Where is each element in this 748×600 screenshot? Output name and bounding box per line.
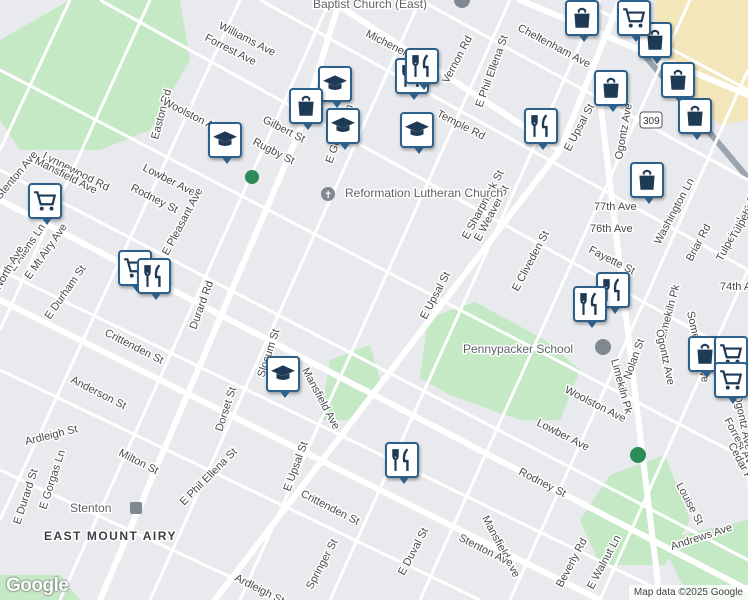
restaurant-marker[interactable]	[573, 286, 607, 328]
street-label: 76th Ave	[590, 223, 633, 235]
stenton-station-label: Stenton	[70, 501, 111, 515]
school-marker[interactable]	[326, 108, 360, 150]
graduation-cap-icon	[213, 131, 237, 146]
school-marker[interactable]	[266, 356, 300, 398]
cross-glyph: ✝	[324, 190, 332, 201]
restaurant-marker[interactable]	[524, 108, 558, 150]
baptist-church-label: Baptist Church (East)	[313, 0, 427, 11]
map-canvas[interactable]: Williams Ave Forrest Ave Michener Ave Ve…	[0, 0, 748, 600]
shopping-cart-icon	[720, 370, 743, 390]
street-label: 77th Ave	[594, 201, 637, 213]
restaurant-marker[interactable]	[137, 258, 171, 300]
street-label: 74th Ave	[720, 281, 748, 293]
fork-knife-icon	[392, 448, 409, 471]
train-icon	[130, 502, 142, 514]
shopping-marker[interactable]	[594, 70, 628, 112]
graduation-cap-icon	[405, 121, 429, 136]
reformation-church-label: Reformation Lutheran Church	[345, 186, 503, 200]
shopping-bag-icon	[670, 69, 686, 90]
school-marker[interactable]	[400, 112, 434, 154]
shopping-marker[interactable]	[565, 0, 599, 42]
highway-shield-label: 309	[643, 116, 660, 127]
medical-icon	[245, 170, 259, 184]
graduation-cap-icon	[323, 75, 347, 90]
grocery-marker[interactable]	[617, 0, 651, 42]
school-icon	[595, 339, 611, 355]
shopping-marker[interactable]	[661, 62, 695, 104]
fork-knife-icon	[580, 292, 597, 315]
shopping-cart-icon	[623, 8, 646, 28]
shopping-bag-icon	[603, 77, 619, 98]
restaurant-marker[interactable]	[385, 442, 419, 484]
school-marker[interactable]	[208, 122, 242, 164]
shopping-bag-icon	[639, 169, 655, 190]
shopping-marker[interactable]	[630, 162, 664, 204]
restaurant-marker[interactable]	[405, 48, 439, 90]
shopping-bag-icon	[687, 105, 703, 126]
fork-knife-icon	[531, 114, 548, 137]
school-marker[interactable]	[318, 66, 352, 108]
shopping-cart-icon	[34, 191, 57, 211]
grocery-marker[interactable]	[714, 362, 748, 404]
google-logo: Google	[6, 575, 69, 596]
map-attribution[interactable]: Map data ©2025 Google	[628, 585, 748, 600]
graduation-cap-icon	[271, 365, 295, 380]
grocery-marker[interactable]	[28, 183, 62, 225]
fork-knife-icon	[412, 54, 429, 77]
shopping-bag-icon	[574, 7, 590, 28]
shopping-marker[interactable]	[289, 88, 323, 130]
fork-knife-icon	[144, 264, 161, 287]
shopping-bag-icon	[298, 95, 314, 116]
graduation-cap-icon	[331, 117, 355, 132]
park-marker-icon	[630, 447, 646, 463]
pennypacker-school-label: Pennypacker School	[463, 342, 573, 356]
east-mount-airy-label: EAST MOUNT AIRY	[44, 529, 177, 543]
shopping-marker[interactable]	[678, 98, 712, 140]
